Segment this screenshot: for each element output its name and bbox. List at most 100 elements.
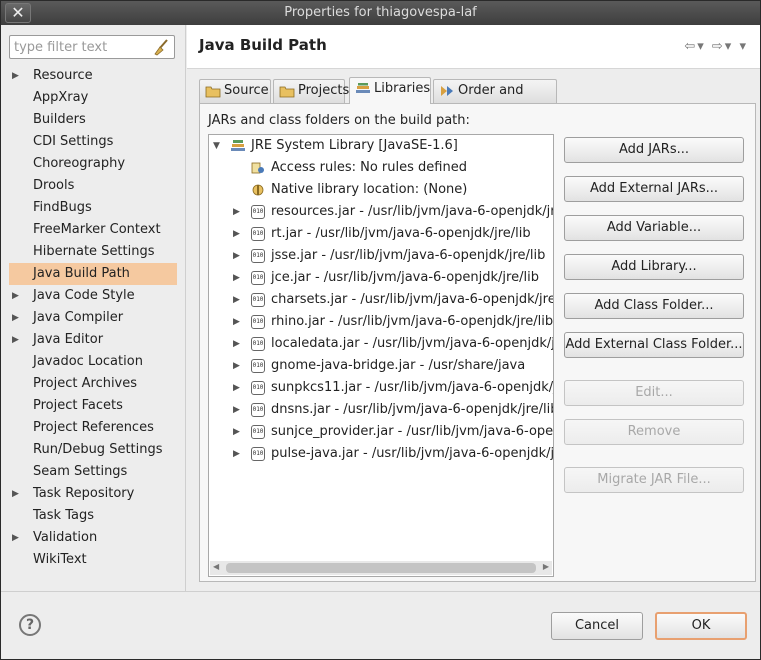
nav-item-run-debug-settings[interactable]: Run/Debug Settings bbox=[9, 439, 177, 461]
help-icon[interactable]: ? bbox=[19, 614, 41, 636]
nav-item-task-repository[interactable]: ▶ Task Repository bbox=[9, 483, 177, 505]
add-variable-button[interactable]: Add Variable... bbox=[564, 215, 744, 241]
nav-item-label: FindBugs bbox=[33, 200, 92, 215]
libraries-label: JARs and class folders on the build path… bbox=[208, 113, 470, 128]
expand-arrow-icon[interactable]: ▶ bbox=[233, 377, 245, 399]
tab-label: Source bbox=[224, 83, 269, 98]
cancel-button[interactable]: Cancel bbox=[551, 612, 643, 640]
nav-item-drools[interactable]: Drools bbox=[9, 175, 177, 197]
nav-item-cdi-settings[interactable]: CDI Settings bbox=[9, 131, 177, 153]
tab-source[interactable]: Source bbox=[199, 79, 271, 103]
nav-item-builders[interactable]: Builders bbox=[9, 109, 177, 131]
nav-item-label: FreeMarker Context bbox=[33, 222, 161, 237]
filter-input[interactable] bbox=[14, 38, 148, 56]
nav-item-seam-settings[interactable]: Seam Settings bbox=[9, 461, 177, 483]
jar-icon: 010 bbox=[251, 227, 265, 241]
expand-arrow-icon[interactable]: ▶ bbox=[12, 65, 24, 87]
close-button[interactable]: ✕ bbox=[5, 3, 31, 23]
expand-arrow-icon[interactable]: ▶ bbox=[233, 245, 245, 267]
nav-item-label: Java Code Style bbox=[33, 288, 135, 303]
add-jars-button[interactable]: Add JARs... bbox=[564, 137, 744, 163]
button-bar: ? Cancel OK bbox=[1, 591, 760, 659]
tree-item-label: Native library location: (None) bbox=[271, 182, 468, 197]
nav-item-java-build-path[interactable]: Java Build Path bbox=[9, 263, 177, 285]
migrate-jar-file-button: Migrate JAR File... bbox=[564, 467, 744, 493]
add-external-class-folder-button[interactable]: Add External Class Folder... bbox=[564, 332, 744, 358]
jar-icon: 010 bbox=[251, 381, 265, 395]
expand-arrow-icon[interactable]: ▶ bbox=[12, 307, 24, 329]
tree-item-label: JRE System Library [JavaSE-1.6] bbox=[251, 138, 458, 153]
nav-item-appxray[interactable]: AppXray bbox=[9, 87, 177, 109]
nav-item-label: Task Repository bbox=[33, 486, 135, 501]
nav-item-findbugs[interactable]: FindBugs bbox=[9, 197, 177, 219]
tab-projects[interactable]: Projects bbox=[273, 79, 349, 103]
tree-item-label: charsets.jar - /usr/lib/jvm/java-6-openj… bbox=[271, 292, 554, 307]
nav-item-resource[interactable]: ▶ Resource bbox=[9, 65, 177, 87]
expand-arrow-icon[interactable]: ▶ bbox=[12, 329, 24, 351]
expand-arrow-icon[interactable]: ▶ bbox=[233, 333, 245, 355]
collapse-arrow-icon[interactable]: ▼ bbox=[213, 135, 225, 157]
jar-icon: 010 bbox=[251, 337, 265, 351]
libraries-panel: JARs and class folders on the build path… bbox=[199, 103, 756, 582]
expand-arrow-icon[interactable]: ▶ bbox=[12, 483, 24, 505]
expand-arrow-icon[interactable]: ▶ bbox=[233, 443, 245, 465]
add-external-jars-button[interactable]: Add External JARs... bbox=[564, 176, 744, 202]
tree-item-label: gnome-java-bridge.jar - /usr/share/java bbox=[271, 358, 526, 373]
filter-box[interactable] bbox=[9, 35, 175, 59]
tree-item-label: sunjce_provider.jar - /usr/lib/jvm/java-… bbox=[271, 424, 554, 439]
expand-arrow-icon[interactable]: ▶ bbox=[233, 421, 245, 443]
expand-arrow-icon[interactable]: ▶ bbox=[233, 223, 245, 245]
clear-filter-icon[interactable] bbox=[152, 38, 170, 56]
nav-item-project-facets[interactable]: Project Facets bbox=[9, 395, 177, 417]
scroll-left-icon[interactable]: ◀ bbox=[213, 562, 219, 571]
expand-arrow-icon[interactable]: ▶ bbox=[233, 311, 245, 333]
scroll-right-icon[interactable]: ▶ bbox=[543, 562, 549, 571]
nav-item-hibernate-settings[interactable]: Hibernate Settings bbox=[9, 241, 177, 263]
access-rules-icon bbox=[251, 162, 264, 174]
expand-arrow-icon[interactable]: ▶ bbox=[12, 527, 24, 549]
page-title: Java Build Path bbox=[199, 36, 327, 54]
expand-arrow-icon[interactable]: ▶ bbox=[233, 201, 245, 223]
native-library-icon bbox=[252, 184, 264, 196]
nav-item-java-compiler[interactable]: ▶ Java Compiler bbox=[9, 307, 177, 329]
nav-item-project-references[interactable]: Project References bbox=[9, 417, 177, 439]
add-class-folder-button[interactable]: Add Class Folder... bbox=[564, 293, 744, 319]
tab-libraries[interactable]: Libraries bbox=[349, 77, 431, 104]
title-bar: ✕ Properties for thiagovespa-laf bbox=[1, 1, 760, 25]
nav-item-java-code-style[interactable]: ▶ Java Code Style bbox=[9, 285, 177, 307]
nav-item-label: Project Archives bbox=[33, 376, 138, 391]
nav-item-label: Task Tags bbox=[33, 508, 94, 523]
expand-arrow-icon[interactable]: ▶ bbox=[12, 285, 24, 307]
expand-arrow-icon[interactable]: ▶ bbox=[233, 355, 245, 377]
order-export-icon bbox=[441, 86, 453, 96]
pane-divider bbox=[185, 25, 186, 591]
history-nav-arrows[interactable]: ⇦▾ ⇨▾ ▾ bbox=[684, 39, 748, 54]
nav-item-label: CDI Settings bbox=[33, 134, 114, 149]
add-library-button[interactable]: Add Library... bbox=[564, 254, 744, 280]
tab-order-and-export[interactable]: Order and Export bbox=[433, 79, 557, 120]
source-folder-icon bbox=[205, 86, 221, 98]
nav-item-label: Validation bbox=[33, 530, 98, 545]
nav-item-project-archives[interactable]: Project Archives bbox=[9, 373, 177, 395]
expand-arrow-icon[interactable]: ▶ bbox=[233, 267, 245, 289]
scrollbar-thumb[interactable] bbox=[226, 563, 536, 573]
jar-icon: 010 bbox=[251, 271, 265, 285]
nav-item-validation[interactable]: ▶ Validation bbox=[9, 527, 177, 549]
nav-item-choreography[interactable]: Choreography bbox=[9, 153, 177, 175]
jar-icon: 010 bbox=[251, 359, 265, 373]
nav-item-label: WikiText bbox=[33, 552, 87, 567]
library-tree[interactable]: ◀ ▶ ▼ JRE System Library [JavaSE-1.6] Acce… bbox=[208, 134, 554, 577]
nav-item-label: Builders bbox=[33, 112, 86, 127]
nav-item-label: AppXray bbox=[33, 90, 89, 105]
nav-item-label: Project References bbox=[33, 420, 154, 435]
tree-item-label: dnsns.jar - /usr/lib/jvm/java-6-openjdk/… bbox=[271, 402, 554, 417]
nav-item-task-tags[interactable]: Task Tags bbox=[9, 505, 177, 527]
expand-arrow-icon[interactable]: ▶ bbox=[233, 399, 245, 421]
nav-item-freemarker-context[interactable]: FreeMarker Context bbox=[9, 219, 177, 241]
nav-item-java-editor[interactable]: ▶ Java Editor bbox=[9, 329, 177, 351]
horizontal-scrollbar[interactable]: ◀ ▶ bbox=[210, 561, 552, 575]
ok-button[interactable]: OK bbox=[655, 612, 747, 640]
nav-item-javadoc-location[interactable]: Javadoc Location bbox=[9, 351, 177, 373]
nav-item-wikitext[interactable]: WikiText bbox=[9, 549, 177, 571]
expand-arrow-icon[interactable]: ▶ bbox=[233, 289, 245, 311]
